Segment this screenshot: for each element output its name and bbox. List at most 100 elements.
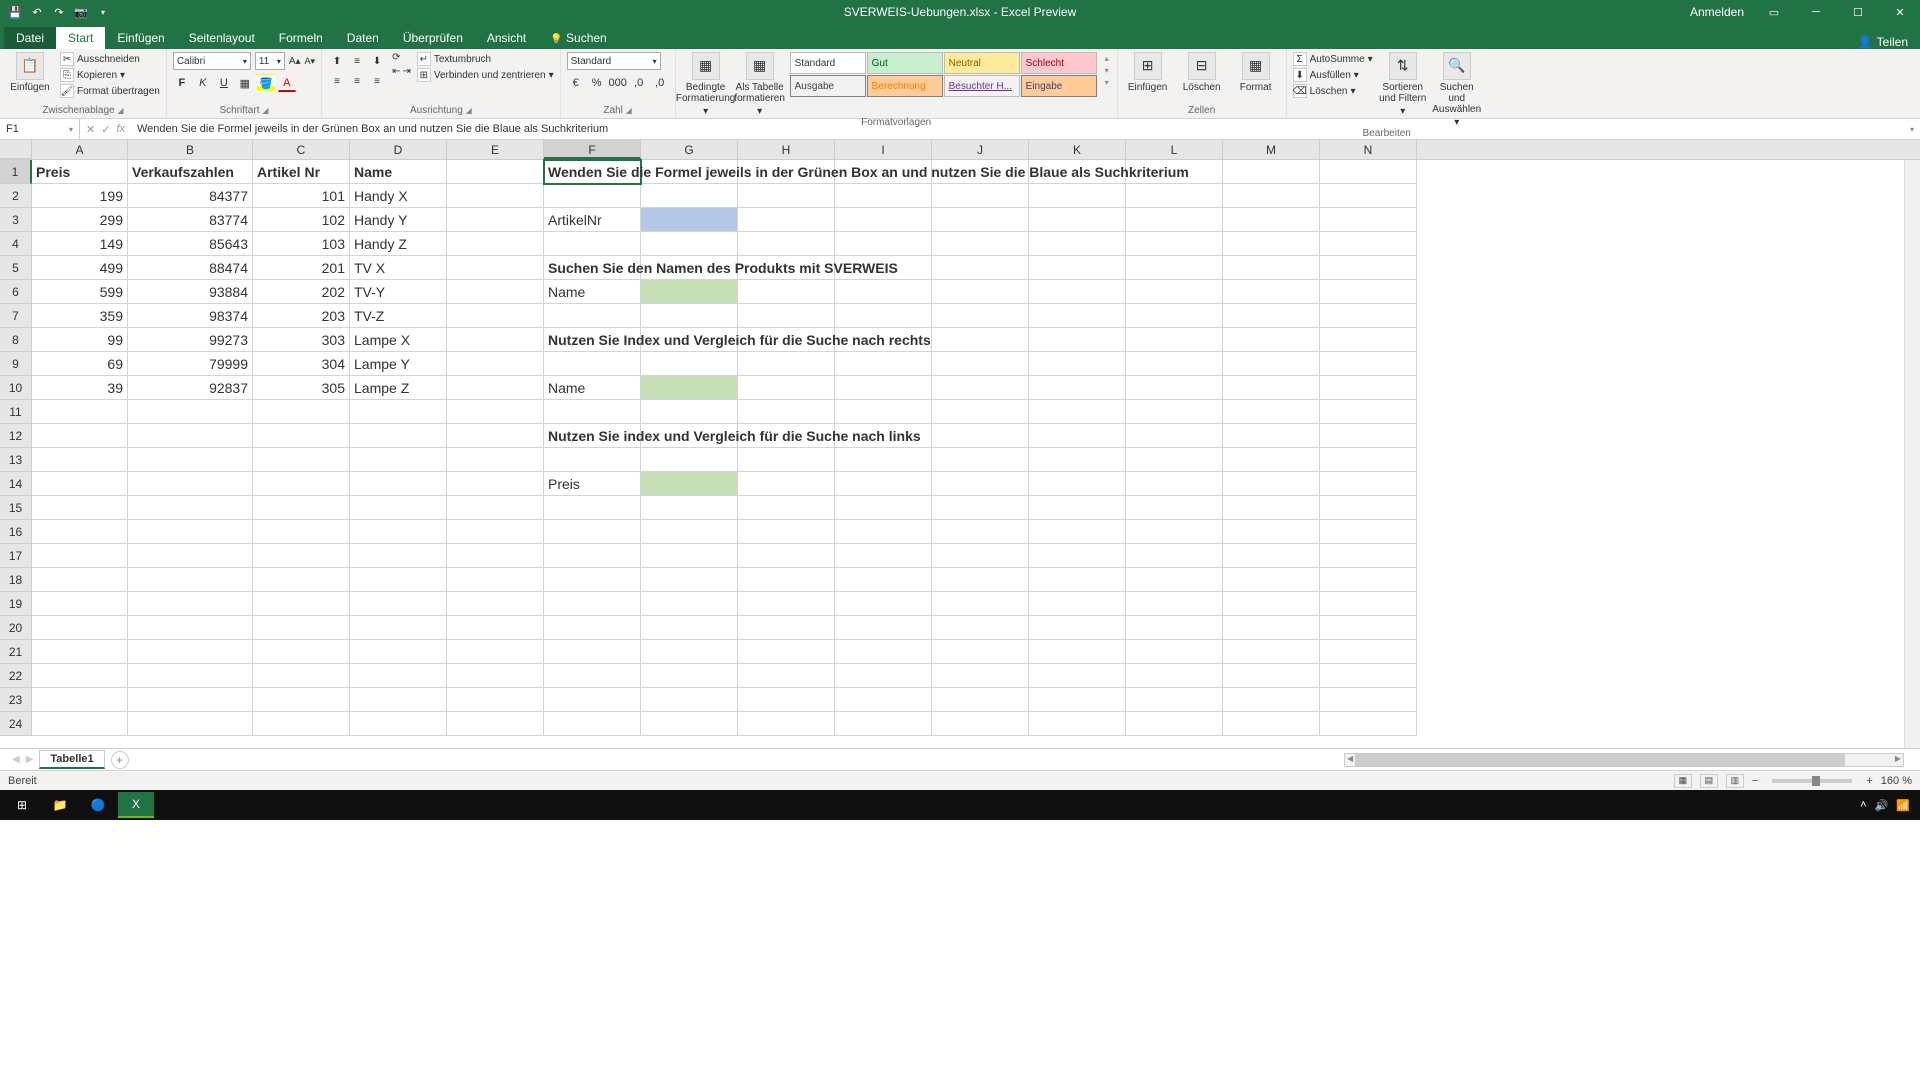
cell-B8[interactable]: 99273 <box>128 328 253 352</box>
cell-D11[interactable] <box>350 400 447 424</box>
cell-H3[interactable] <box>738 208 835 232</box>
name-box[interactable]: F1▾ <box>0 119 80 139</box>
tab-ansicht[interactable]: Ansicht <box>475 27 538 49</box>
tab-suchen[interactable]: 💡 Suchen <box>538 27 619 49</box>
row-header[interactable]: 20 <box>0 616 32 640</box>
cell-C3[interactable]: 102 <box>253 208 350 232</box>
row-header[interactable]: 7 <box>0 304 32 328</box>
cell-I4[interactable] <box>835 232 932 256</box>
cell-J13[interactable] <box>932 448 1029 472</box>
insert-cells-button[interactable]: ⊞Einfügen <box>1124 52 1172 93</box>
style-eingabe[interactable]: Eingabe <box>1021 75 1097 97</box>
cell-B24[interactable] <box>128 712 253 736</box>
decrease-font-icon[interactable]: A▾ <box>305 56 316 67</box>
cell-M17[interactable] <box>1223 544 1320 568</box>
cell-N13[interactable] <box>1320 448 1417 472</box>
maximize-icon[interactable]: ☐ <box>1846 6 1870 19</box>
align-right-icon[interactable]: ≡ <box>368 72 386 90</box>
cell-I21[interactable] <box>835 640 932 664</box>
cell-H24[interactable] <box>738 712 835 736</box>
minimize-icon[interactable]: ─ <box>1804 6 1828 18</box>
cell-J4[interactable] <box>932 232 1029 256</box>
vertical-scrollbar[interactable] <box>1904 160 1920 748</box>
align-center-icon[interactable]: ≡ <box>348 72 366 90</box>
cell-G23[interactable] <box>641 688 738 712</box>
cell-L2[interactable] <box>1126 184 1223 208</box>
cell-B9[interactable]: 79999 <box>128 352 253 376</box>
cell-F6[interactable]: Name <box>544 280 641 304</box>
cell-L19[interactable] <box>1126 592 1223 616</box>
italic-button[interactable]: K <box>194 74 212 92</box>
col-header-J[interactable]: J <box>932 140 1029 159</box>
style-ausgabe[interactable]: Ausgabe <box>790 75 866 97</box>
cell-F3[interactable]: ArtikelNr <box>544 208 641 232</box>
cell-D19[interactable] <box>350 592 447 616</box>
cell-F24[interactable] <box>544 712 641 736</box>
cell-L13[interactable] <box>1126 448 1223 472</box>
cell-K22[interactable] <box>1029 664 1126 688</box>
cell-J20[interactable] <box>932 616 1029 640</box>
cell-G4[interactable] <box>641 232 738 256</box>
row-header[interactable]: 24 <box>0 712 32 736</box>
cell-L6[interactable] <box>1126 280 1223 304</box>
zoom-level[interactable]: 160 % <box>1881 775 1912 787</box>
cell-H2[interactable] <box>738 184 835 208</box>
cell-C6[interactable]: 202 <box>253 280 350 304</box>
cell-M13[interactable] <box>1223 448 1320 472</box>
row-header[interactable]: 14 <box>0 472 32 496</box>
cell-H11[interactable] <box>738 400 835 424</box>
border-button[interactable]: ▦ <box>236 74 254 92</box>
tab-daten[interactable]: Daten <box>335 27 391 49</box>
cell-I3[interactable] <box>835 208 932 232</box>
cell-I9[interactable] <box>835 352 932 376</box>
cell-K12[interactable] <box>1029 424 1126 448</box>
cell-F15[interactable] <box>544 496 641 520</box>
cell-K2[interactable] <box>1029 184 1126 208</box>
cell-B14[interactable] <box>128 472 253 496</box>
cell-N4[interactable] <box>1320 232 1417 256</box>
cell-N1[interactable] <box>1320 160 1417 184</box>
tray-up-icon[interactable]: ˄ <box>1860 799 1866 811</box>
format-cells-button[interactable]: ▦Format <box>1232 52 1280 93</box>
cell-M18[interactable] <box>1223 568 1320 592</box>
col-header-N[interactable]: N <box>1320 140 1417 159</box>
cell-M12[interactable] <box>1223 424 1320 448</box>
cell-F10[interactable]: Name <box>544 376 641 400</box>
cell-K10[interactable] <box>1029 376 1126 400</box>
cell-B11[interactable] <box>128 400 253 424</box>
cell-N20[interactable] <box>1320 616 1417 640</box>
cell-E24[interactable] <box>447 712 544 736</box>
tab-datei[interactable]: Datei <box>4 27 56 49</box>
cell-J6[interactable] <box>932 280 1029 304</box>
cell-L23[interactable] <box>1126 688 1223 712</box>
cell-E9[interactable] <box>447 352 544 376</box>
cell-B16[interactable] <box>128 520 253 544</box>
cell-M3[interactable] <box>1223 208 1320 232</box>
cell-H21[interactable] <box>738 640 835 664</box>
cell-H14[interactable] <box>738 472 835 496</box>
cell-J11[interactable] <box>932 400 1029 424</box>
cell-F23[interactable] <box>544 688 641 712</box>
cell-I20[interactable] <box>835 616 932 640</box>
col-header-D[interactable]: D <box>350 140 447 159</box>
cell-N17[interactable] <box>1320 544 1417 568</box>
cell-M14[interactable] <box>1223 472 1320 496</box>
cell-F1[interactable]: Wenden Sie die Formel jeweils in der Grü… <box>544 160 641 184</box>
edge-icon[interactable]: 🔵 <box>80 792 116 818</box>
cell-J12[interactable] <box>932 424 1029 448</box>
cell-C17[interactable] <box>253 544 350 568</box>
cell-E13[interactable] <box>447 448 544 472</box>
cell-H19[interactable] <box>738 592 835 616</box>
cell-G19[interactable] <box>641 592 738 616</box>
cell-N10[interactable] <box>1320 376 1417 400</box>
cell-K6[interactable] <box>1029 280 1126 304</box>
cell-G10[interactable] <box>641 376 738 400</box>
cell-E2[interactable] <box>447 184 544 208</box>
cell-E18[interactable] <box>447 568 544 592</box>
cell-A3[interactable]: 299 <box>32 208 128 232</box>
cell-N12[interactable] <box>1320 424 1417 448</box>
cell-C24[interactable] <box>253 712 350 736</box>
cell-F19[interactable] <box>544 592 641 616</box>
style-gut[interactable]: Gut <box>867 52 943 74</box>
cell-E5[interactable] <box>447 256 544 280</box>
